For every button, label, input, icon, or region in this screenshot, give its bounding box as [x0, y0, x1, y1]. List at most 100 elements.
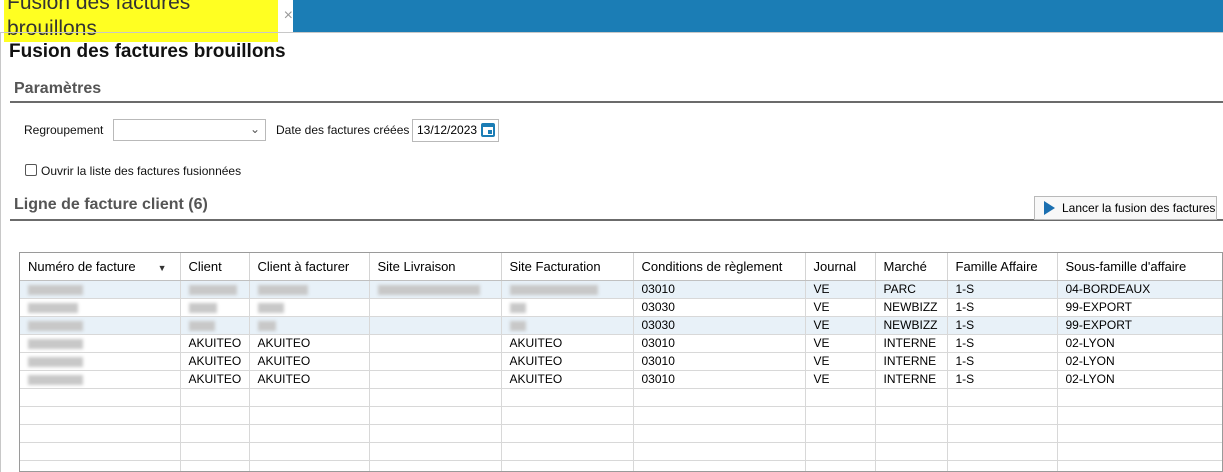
empty-row — [20, 388, 1222, 407]
section-title-lignes: Ligne de facture client (6) — [14, 196, 208, 213]
cell-conditions: 03010 — [633, 334, 806, 353]
regroupement-select[interactable]: ⌄ — [113, 119, 266, 141]
cell-journal: VE — [805, 280, 876, 299]
column-header-conditions[interactable]: Conditions de règlement — [633, 253, 806, 281]
cell-site-livraison — [369, 352, 502, 371]
cell-conditions: 03010 — [633, 370, 806, 389]
cell-site-livraison — [369, 334, 502, 353]
cell-client-facturer: AKUITEO — [249, 370, 370, 389]
cell-client: AKUITEO — [180, 334, 250, 353]
launch-merge-label: Lancer la fusion des factures — [1062, 201, 1216, 215]
cell-marche: NEWBIZZ — [875, 298, 948, 317]
cell-numero — [20, 316, 181, 335]
cell-client-facturer — [249, 316, 370, 335]
play-icon — [1044, 201, 1055, 215]
calendar-icon[interactable] — [481, 123, 495, 137]
cell-numero — [20, 280, 181, 299]
cell-numero — [20, 334, 181, 353]
date-value: 13/12/2023 — [417, 123, 478, 137]
cell-marche: INTERNE — [875, 370, 948, 389]
cell-client — [180, 280, 250, 299]
cell-site-livraison — [369, 298, 502, 317]
open-list-label: Ouvrir la liste des factures fusionnées — [41, 164, 242, 178]
cell-sous-famille: 02-LYON — [1057, 352, 1222, 371]
table-row[interactable]: AKUITEO AKUITEO AKUITEO 03010 VE INTERNE… — [20, 352, 1222, 371]
table-header-row: Numéro de facture ▼ Client Client à factu… — [20, 253, 1222, 281]
tab-bar: Fusion des factures brouillons × — [0, 0, 1223, 42]
cell-journal: VE — [805, 370, 876, 389]
launch-merge-button[interactable]: Lancer la fusion des factures — [1034, 196, 1217, 220]
cell-journal: VE — [805, 298, 876, 317]
table-row[interactable]: 03030 VE NEWBIZZ 1-S 99-EXPORT — [20, 298, 1222, 317]
cell-site-facturation: AKUITEO — [501, 352, 634, 371]
column-header-sous-famille[interactable]: Sous-famille d'affaire — [1057, 253, 1222, 281]
cell-site-facturation — [501, 316, 634, 335]
section-title-parametres: Paramètres — [14, 80, 102, 97]
cell-famille: 1-S — [947, 334, 1058, 353]
cell-conditions: 03030 — [633, 298, 806, 317]
cell-numero — [20, 298, 181, 317]
empty-row — [20, 460, 1222, 471]
column-header-marche[interactable]: Marché — [875, 253, 948, 281]
cell-journal: VE — [805, 316, 876, 335]
cell-site-facturation — [501, 280, 634, 299]
cell-client-facturer: AKUITEO — [249, 334, 370, 353]
cell-client — [180, 298, 250, 317]
column-header-site-facturation[interactable]: Site Facturation — [501, 253, 634, 281]
cell-client: AKUITEO — [180, 352, 250, 371]
cell-site-livraison — [369, 280, 502, 299]
cell-client-facturer — [249, 280, 370, 299]
cell-famille: 1-S — [947, 298, 1058, 317]
column-header-numero[interactable]: Numéro de facture ▼ — [20, 253, 181, 281]
cell-marche: INTERNE — [875, 352, 948, 371]
table-row[interactable]: AKUITEO AKUITEO AKUITEO 03010 VE INTERNE… — [20, 370, 1222, 389]
sort-desc-icon[interactable]: ▼ — [158, 263, 167, 273]
cell-marche: PARC — [875, 280, 948, 299]
column-header-famille[interactable]: Famille Affaire — [947, 253, 1058, 281]
cell-sous-famille: 99-EXPORT — [1057, 316, 1222, 335]
cell-site-facturation: AKUITEO — [501, 334, 634, 353]
cell-client — [180, 316, 250, 335]
cell-famille: 1-S — [947, 316, 1058, 335]
cell-conditions: 03010 — [633, 352, 806, 371]
cell-marche: NEWBIZZ — [875, 316, 948, 335]
date-label: Date des factures créées — [276, 123, 410, 137]
invoice-lines-grid: Numéro de facture ▼ Client Client à factu… — [19, 252, 1223, 472]
table-row[interactable]: AKUITEO AKUITEO AKUITEO 03010 VE INTERNE… — [20, 334, 1222, 353]
cell-sous-famille: 04-BORDEAUX — [1057, 280, 1222, 299]
table-row[interactable]: 03030 VE NEWBIZZ 1-S 99-EXPORT — [20, 316, 1222, 335]
cell-sous-famille: 02-LYON — [1057, 334, 1222, 353]
cell-sous-famille: 99-EXPORT — [1057, 298, 1222, 317]
cell-site-livraison — [369, 316, 502, 335]
page-title: Fusion des factures brouillons — [9, 41, 286, 62]
tab-fusion[interactable]: Fusion des factures brouillons × — [0, 0, 293, 42]
cell-conditions: 03010 — [633, 280, 806, 299]
table-row[interactable]: 03010 VE PARC 1-S 04-BORDEAUX — [20, 280, 1222, 299]
column-header-client[interactable]: Client — [180, 253, 250, 281]
cell-famille: 1-S — [947, 280, 1058, 299]
empty-row — [20, 406, 1222, 425]
date-field[interactable]: 13/12/2023 — [412, 119, 499, 142]
chevron-down-icon: ⌄ — [249, 122, 260, 136]
empty-row — [20, 442, 1222, 461]
regroupement-label: Regroupement — [24, 123, 104, 137]
cell-site-facturation — [501, 298, 634, 317]
cell-site-facturation: AKUITEO — [501, 370, 634, 389]
cell-famille: 1-S — [947, 352, 1058, 371]
cell-client-facturer: AKUITEO — [249, 352, 370, 371]
cell-client-facturer — [249, 298, 370, 317]
open-list-checkbox[interactable] — [25, 164, 37, 176]
column-header-journal[interactable]: Journal — [805, 253, 876, 281]
cell-site-livraison — [369, 370, 502, 389]
column-header-client-facturer[interactable]: Client à facturer — [249, 253, 370, 281]
empty-row — [20, 424, 1222, 443]
cell-numero — [20, 352, 181, 371]
column-header-site-livraison[interactable]: Site Livraison — [369, 253, 502, 281]
cell-marche: INTERNE — [875, 334, 948, 353]
cell-famille: 1-S — [947, 370, 1058, 389]
cell-journal: VE — [805, 334, 876, 353]
cell-sous-famille: 02-LYON — [1057, 370, 1222, 389]
cell-conditions: 03030 — [633, 316, 806, 335]
cell-numero — [20, 370, 181, 389]
close-icon[interactable]: × — [284, 7, 293, 25]
